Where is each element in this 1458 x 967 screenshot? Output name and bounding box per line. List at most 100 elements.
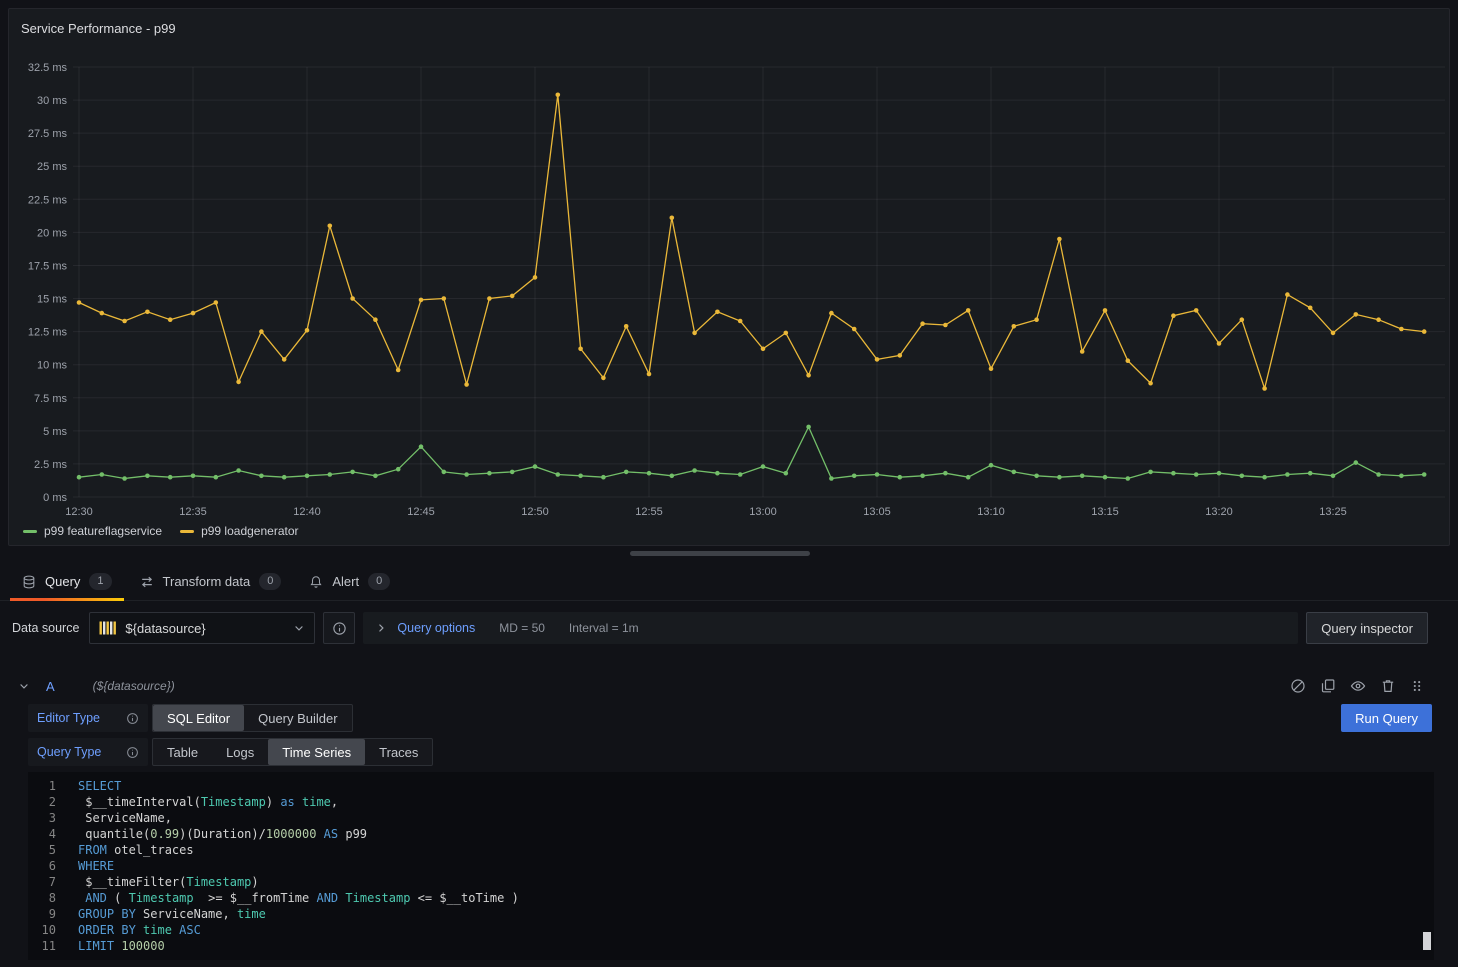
svg-text:15 ms: 15 ms <box>37 294 67 306</box>
database-icon <box>22 575 36 589</box>
editor-scrollbar-thumb[interactable] <box>1423 932 1431 950</box>
query-options-link[interactable]: Query options <box>397 621 475 635</box>
editor-tabs: Query 1 Transform data 0 Alert 0 <box>0 563 1458 601</box>
line-number: 11 <box>28 938 56 954</box>
svg-text:7.5 ms: 7.5 ms <box>34 393 68 405</box>
disable-query-icon[interactable] <box>1290 678 1306 694</box>
info-circle-icon[interactable] <box>126 746 139 759</box>
svg-text:12:45: 12:45 <box>407 506 435 518</box>
sql-line: 10ORDER BY time ASC <box>28 922 1434 938</box>
legend-item-featureflagservice[interactable]: p99 featureflagservice <box>23 524 162 538</box>
code-text: GROUP BY ServiceName, time <box>56 906 266 922</box>
line-number: 3 <box>28 810 56 826</box>
query-actions <box>1290 678 1424 694</box>
transform-icon <box>140 575 154 589</box>
line-number: 2 <box>28 794 56 810</box>
editor-type-row: Editor Type SQL Editor Query Builder Run… <box>28 704 1434 732</box>
tab-query-count: 1 <box>89 573 111 590</box>
svg-text:22.5 ms: 22.5 ms <box>28 194 68 206</box>
query-ref-id[interactable]: A <box>46 679 55 694</box>
sql-line: 11LIMIT 100000 <box>28 938 1434 954</box>
datasource-value: ${datasource} <box>125 621 285 636</box>
info-circle-icon[interactable] <box>126 712 139 725</box>
copy-icon[interactable] <box>1320 678 1336 694</box>
query-type-row: Query Type Table Logs Time Series Traces <box>28 738 1434 766</box>
datasource-picker[interactable]: ${datasource} <box>89 612 315 644</box>
code-text: quantile(0.99)(Duration)/1000000 AS p99 <box>56 826 367 842</box>
svg-text:12:55: 12:55 <box>635 506 663 518</box>
line-number: 9 <box>28 906 56 922</box>
sql-line: 8 AND ( Timestamp >= $__fromTime AND Tim… <box>28 890 1434 906</box>
code-text: $__timeFilter(Timestamp) <box>56 874 259 890</box>
query-type-label-box: Query Type <box>28 738 148 766</box>
line-number: 8 <box>28 890 56 906</box>
radio-table[interactable]: Table <box>153 739 212 765</box>
eye-icon[interactable] <box>1350 678 1366 694</box>
svg-text:13:25: 13:25 <box>1319 506 1347 518</box>
sql-line: 9GROUP BY ServiceName, time <box>28 906 1434 922</box>
sql-line: 3 ServiceName, <box>28 810 1434 826</box>
line-number: 4 <box>28 826 56 842</box>
sql-line: 6WHERE <box>28 858 1434 874</box>
code-text: ServiceName, <box>56 810 172 826</box>
svg-text:12.5 ms: 12.5 ms <box>28 327 68 339</box>
grafana-panel-editor: Service Performance - p99 0 ms2.5 ms5 ms… <box>0 0 1458 967</box>
code-text: SELECT <box>56 778 121 794</box>
svg-text:13:05: 13:05 <box>863 506 891 518</box>
svg-text:0 ms: 0 ms <box>43 492 67 504</box>
query-inspector-button[interactable]: Query inspector <box>1306 612 1428 644</box>
line-number: 1 <box>28 778 56 794</box>
query-datasource-ref: (${datasource}) <box>93 679 175 693</box>
radio-sql-editor[interactable]: SQL Editor <box>153 705 244 731</box>
code-text: ORDER BY time ASC <box>56 922 201 938</box>
query-type-label: Query Type <box>37 745 101 759</box>
svg-text:13:10: 13:10 <box>977 506 1005 518</box>
legend-label: p99 loadgenerator <box>201 524 298 538</box>
datasource-help-button[interactable] <box>323 612 355 644</box>
tab-label: Alert <box>332 574 359 589</box>
tab-transform-data[interactable]: Transform data 0 <box>126 563 296 600</box>
sql-code-editor[interactable]: 1SELECT2 $__timeInterval(Timestamp) as t… <box>28 772 1434 960</box>
query-editor-card: Editor Type SQL Editor Query Builder Run… <box>28 704 1434 960</box>
horizontal-scrollbar-thumb[interactable] <box>630 551 810 556</box>
datasource-label: Data source <box>12 621 79 635</box>
radio-time-series[interactable]: Time Series <box>268 739 365 765</box>
drag-handle-icon[interactable] <box>1410 679 1424 693</box>
editor-type-label: Editor Type <box>37 711 100 725</box>
legend-label: p99 featureflagservice <box>44 524 162 538</box>
code-text: AND ( Timestamp >= $__fromTime AND Times… <box>56 890 519 906</box>
timeseries-panel: Service Performance - p99 0 ms2.5 ms5 ms… <box>8 8 1450 546</box>
radio-traces[interactable]: Traces <box>365 739 432 765</box>
tab-transform-count: 0 <box>259 573 281 590</box>
sql-code: 1SELECT2 $__timeInterval(Timestamp) as t… <box>28 778 1434 954</box>
svg-text:12:40: 12:40 <box>293 506 321 518</box>
query-a-row: A (${datasource}) <box>8 671 1450 701</box>
radio-query-builder[interactable]: Query Builder <box>244 705 351 731</box>
line-number: 7 <box>28 874 56 890</box>
legend-item-loadgenerator[interactable]: p99 loadgenerator <box>180 524 298 538</box>
svg-text:27.5 ms: 27.5 ms <box>28 128 68 140</box>
run-query-button[interactable]: Run Query <box>1341 704 1432 732</box>
collapse-chevron-down-icon[interactable] <box>18 680 30 692</box>
line-number: 10 <box>28 922 56 938</box>
legend-swatch-yellow <box>180 530 194 533</box>
svg-text:30 ms: 30 ms <box>37 95 67 107</box>
datasource-logo <box>99 621 117 635</box>
code-text: $__timeInterval(Timestamp) as time, <box>56 794 338 810</box>
editor-type-label-box: Editor Type <box>28 704 148 732</box>
line-number: 6 <box>28 858 56 874</box>
code-text: WHERE <box>56 858 114 874</box>
tab-alert[interactable]: Alert 0 <box>295 563 404 600</box>
query-type-group: Table Logs Time Series Traces <box>152 738 433 766</box>
tab-query[interactable]: Query 1 <box>8 563 126 600</box>
query-options-bar[interactable]: Query options MD = 50 Interval = 1m <box>363 612 1298 644</box>
chevron-down-icon <box>293 622 305 634</box>
radio-logs[interactable]: Logs <box>212 739 268 765</box>
svg-text:20 ms: 20 ms <box>37 227 67 239</box>
timeseries-chart[interactable]: 0 ms2.5 ms5 ms7.5 ms10 ms12.5 ms15 ms17.… <box>9 37 1449 519</box>
svg-text:2.5 ms: 2.5 ms <box>34 459 68 471</box>
editor-type-group: SQL Editor Query Builder <box>152 704 353 732</box>
trash-icon[interactable] <box>1380 678 1396 694</box>
chevron-right-icon <box>375 622 387 634</box>
svg-text:10 ms: 10 ms <box>37 360 67 372</box>
